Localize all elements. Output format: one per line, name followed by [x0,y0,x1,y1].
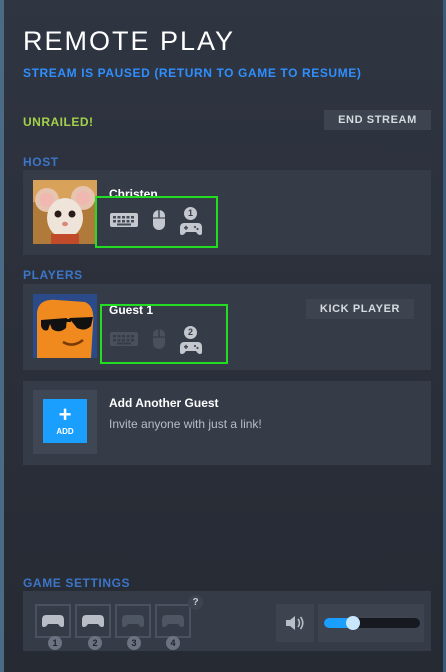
slot-number-2: 2 [88,636,102,650]
gamepad-icon [82,615,104,627]
add-guest-subtitle: Invite anyone with just a link! [109,417,262,431]
slot-number-3: 3 [127,636,141,650]
add-guest-card[interactable]: + ADD Add Another Guest Invite anyone wi… [23,381,431,465]
guest-devices-highlight [100,304,228,364]
host-section-label: HOST [23,155,59,169]
add-guest-button[interactable]: + ADD [43,399,87,443]
slot-number-1: 1 [48,636,62,650]
controller-slot-3[interactable] [115,604,151,638]
gamepad-icon [42,615,64,627]
controller-slot-4[interactable] [155,604,191,638]
players-section-label: PLAYERS [23,268,83,282]
gamepad-icon [162,615,184,627]
stream-status: STREAM IS PAUSED (RETURN TO GAME TO RESU… [23,66,362,80]
add-guest-tile: + ADD [33,390,97,454]
volume-track[interactable] [324,616,420,630]
end-stream-button[interactable]: END STREAM [324,110,431,130]
game-name: UNRAILED! [23,115,94,129]
plus-icon: + [58,402,72,427]
host-avatar [33,180,97,244]
controller-slot-2[interactable] [75,604,111,638]
slot-number-4: 4 [166,636,180,650]
host-devices-highlight [95,196,218,248]
volume-slider[interactable] [318,604,424,642]
page-title: REMOTE PLAY [23,26,236,56]
guest-avatar [33,294,97,358]
controller-slot-1[interactable] [35,604,71,638]
help-icon[interactable]: ? [188,595,203,610]
add-guest-title: Add Another Guest [109,396,219,410]
host-card: Christen 1 [23,170,431,255]
volume-button[interactable] [276,604,314,642]
add-button-label: ADD [56,427,74,436]
kick-player-button[interactable]: KICK PLAYER [306,299,414,319]
speaker-icon [286,616,304,630]
volume-handle[interactable] [345,616,360,630]
game-settings-label: GAME SETTINGS [23,576,131,590]
gamepad-icon [122,615,144,627]
